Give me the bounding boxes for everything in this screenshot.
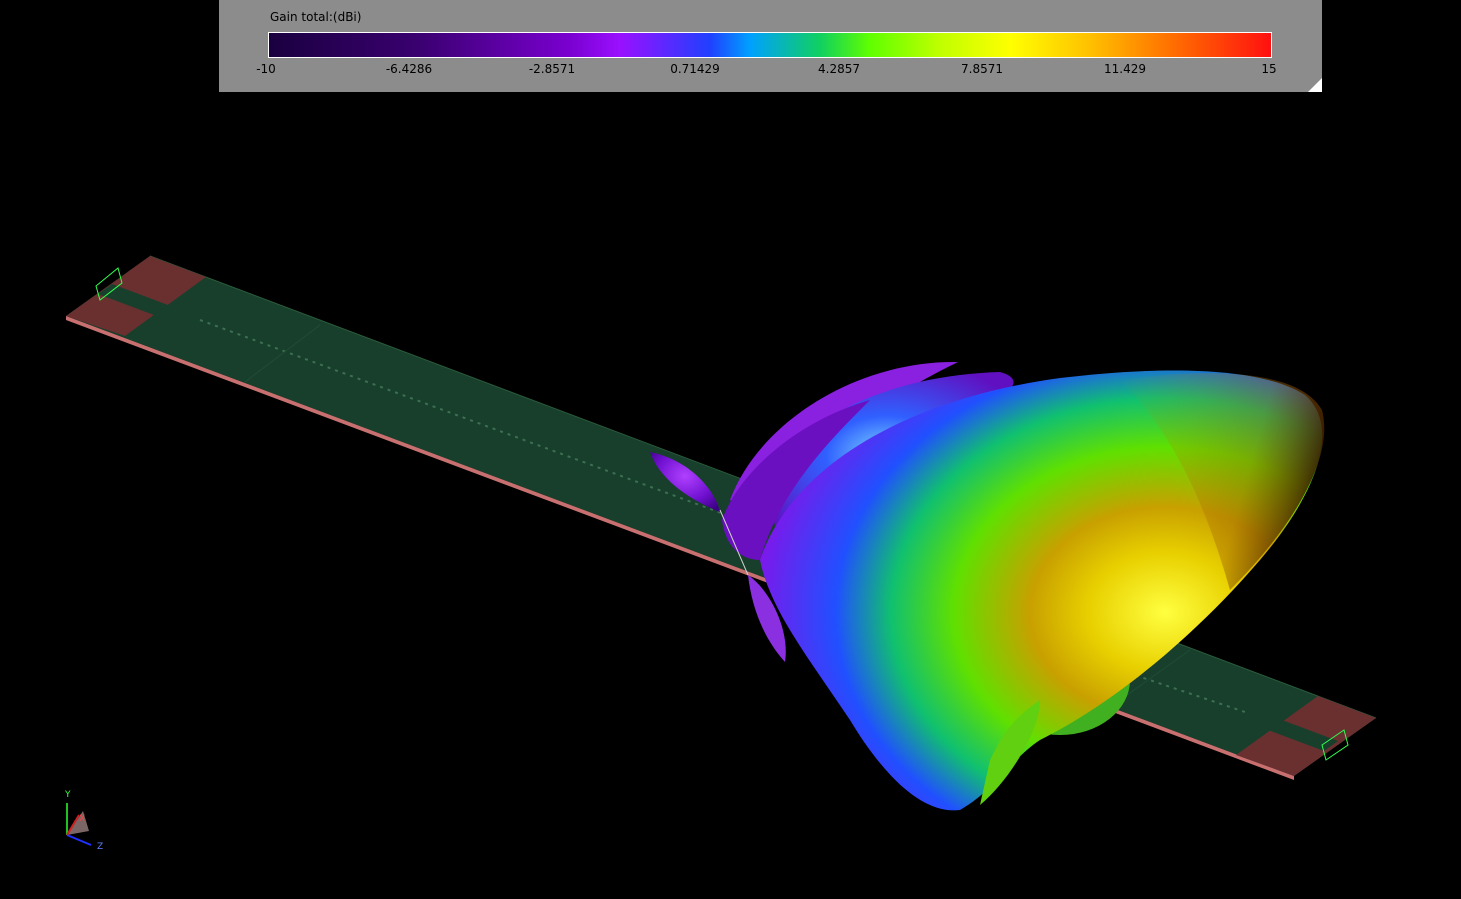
y-axis-label: Y bbox=[64, 790, 71, 800]
z-axis-arrow bbox=[66, 834, 92, 846]
3d-viewport[interactable] bbox=[0, 0, 1461, 899]
axis-triad: Y X Z bbox=[64, 790, 103, 852]
x-axis-label: X bbox=[79, 814, 85, 824]
z-axis-label: Z bbox=[97, 842, 103, 852]
